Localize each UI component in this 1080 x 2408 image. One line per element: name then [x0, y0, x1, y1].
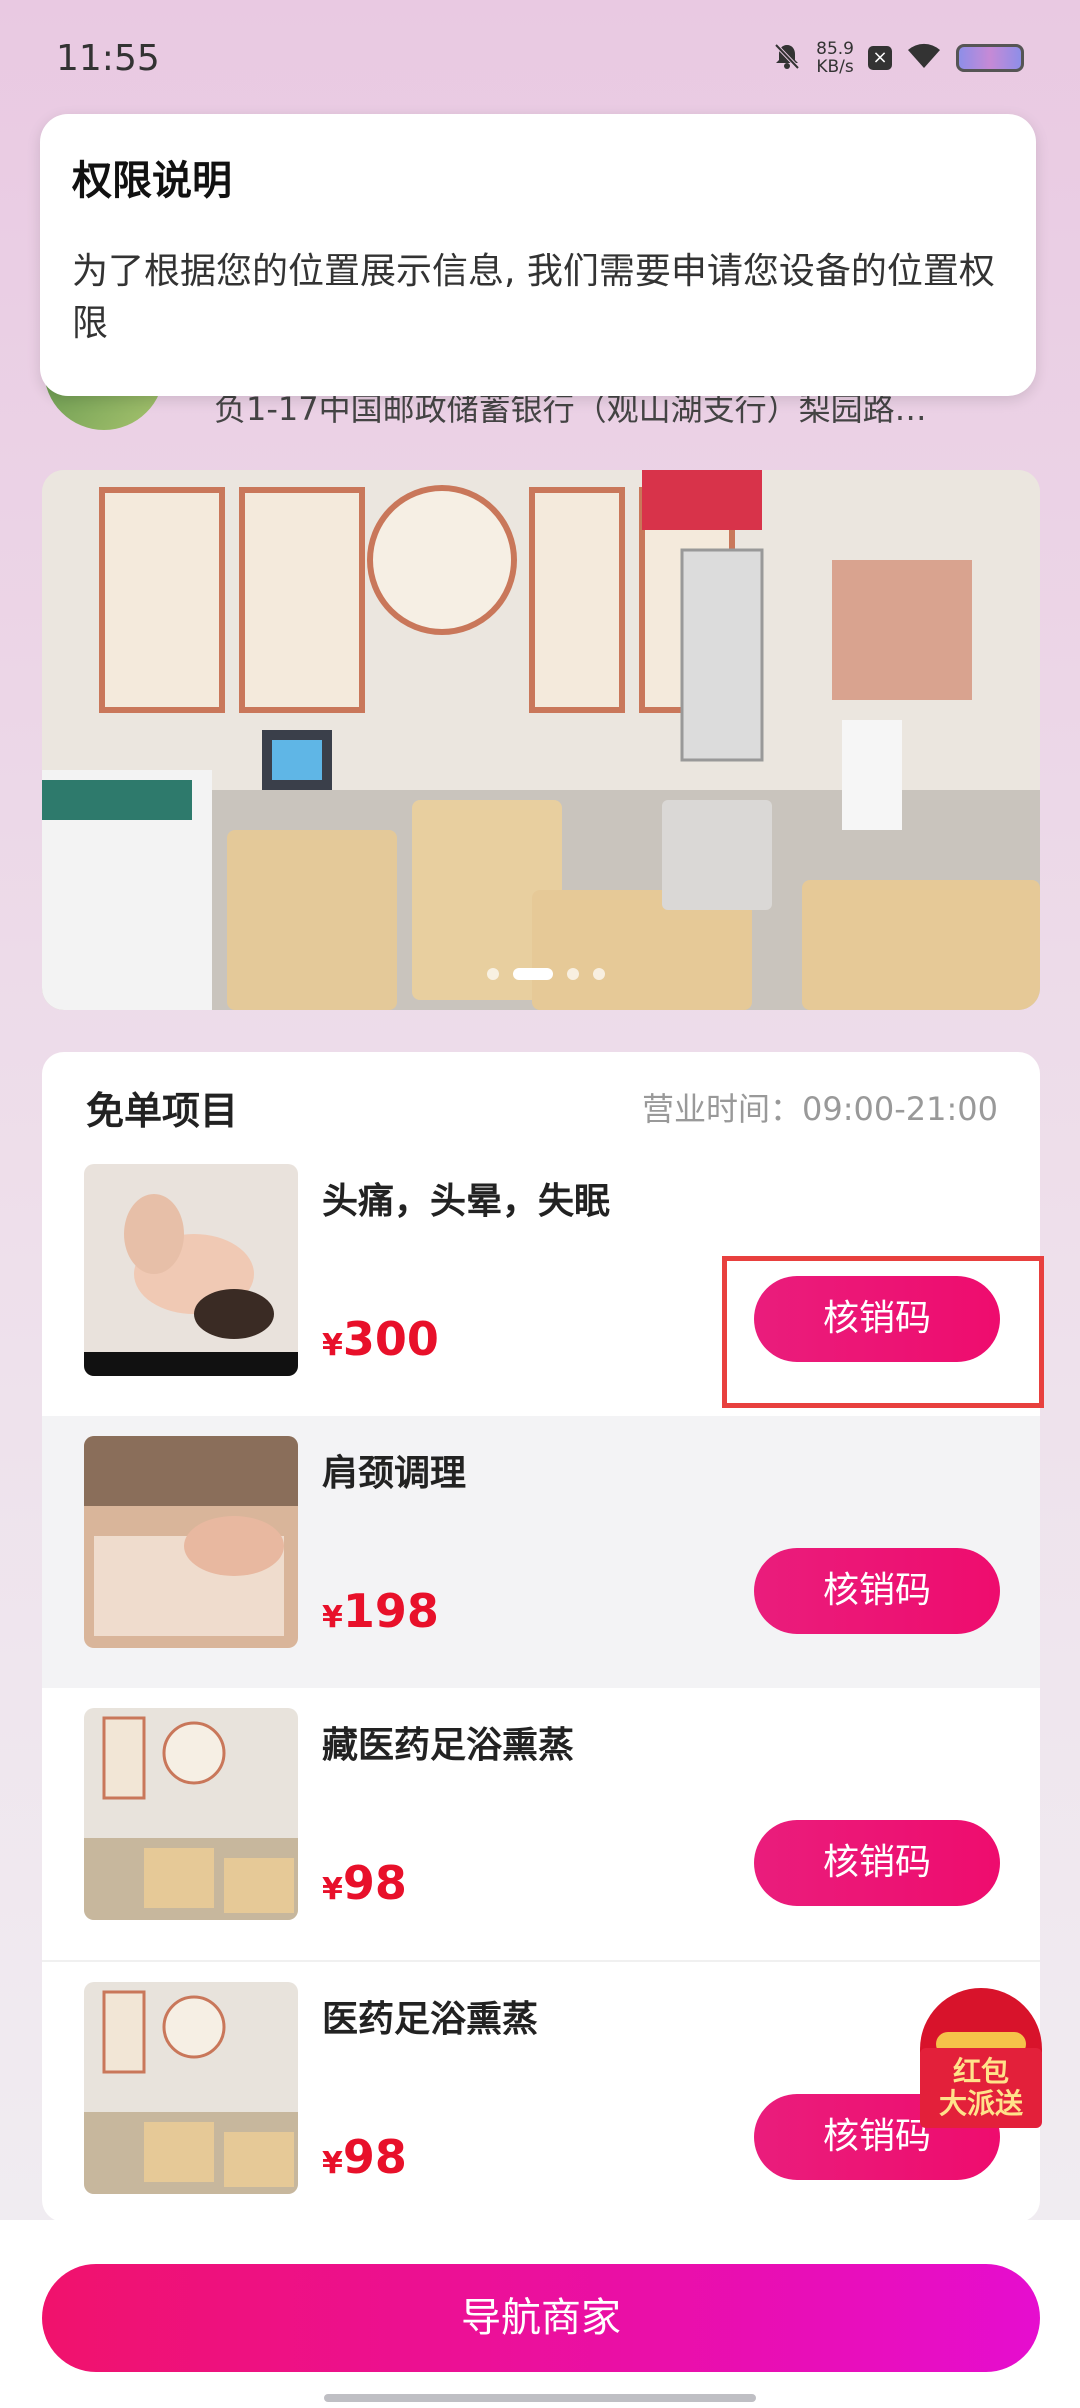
red-packet-line1: 红包 — [952, 2055, 1009, 2088]
red-packet-line2: 大派送 — [938, 2087, 1023, 2120]
permission-dialog: 权限说明 为了根据您的位置展示信息, 我们需要申请您设备的位置权限 — [40, 114, 1036, 396]
list-item[interactable]: 藏医药足浴熏蒸 ¥98 核销码 — [42, 1688, 1040, 1960]
verify-code-button[interactable]: 核销码 — [754, 1820, 1000, 1906]
free-items-title: 免单项目 — [86, 1089, 239, 1133]
currency-symbol: ¥ — [322, 1328, 343, 1363]
highlight-box — [722, 1256, 1044, 1408]
price-value: 300 — [342, 1312, 439, 1366]
item-thumbnail — [84, 1436, 298, 1648]
item-name: 医药足浴熏蒸 — [322, 1999, 539, 2040]
item-price: ¥98 — [322, 2130, 407, 2184]
business-hours: 营业时间：09:00-21:00 — [642, 1090, 998, 1128]
permission-message: 为了根据您的位置展示信息, 我们需要申请您设备的位置权限 — [72, 251, 995, 344]
battery-icon — [956, 44, 1024, 72]
status-time: 11:55 — [56, 38, 160, 79]
price-value: 98 — [342, 2130, 407, 2184]
item-name: 肩颈调理 — [322, 1453, 467, 1494]
navigate-to-store-button[interactable]: 导航商家 — [42, 2264, 1040, 2372]
item-price: ¥98 — [322, 1856, 407, 1910]
banner-dot — [487, 968, 499, 980]
wifi-icon — [906, 42, 942, 74]
mute-bell-icon — [772, 41, 802, 75]
net-speed: 85.9 KB/s — [816, 40, 854, 76]
banner-dot — [567, 968, 579, 980]
verify-code-button[interactable]: 核销码 — [754, 1548, 1000, 1634]
banner-pagination — [487, 968, 605, 980]
permission-title: 权限说明 — [72, 158, 232, 204]
item-price: ¥198 — [322, 1584, 439, 1638]
status-icons: 85.9 KB/s × — [772, 40, 1024, 76]
price-value: 198 — [342, 1584, 439, 1638]
item-name: 藏医药足浴熏蒸 — [322, 1725, 575, 1766]
store-banner[interactable] — [42, 470, 1040, 1010]
currency-symbol: ¥ — [322, 1600, 343, 1635]
red-packet-label: 红包 大派送 — [920, 2048, 1042, 2128]
item-thumbnail — [84, 1982, 298, 2194]
close-box-icon: × — [868, 46, 892, 70]
red-packet-float[interactable]: 红包 大派送 — [920, 1988, 1042, 2128]
net-speed-value: 85.9 — [816, 39, 854, 59]
net-speed-unit: KB/s — [816, 57, 854, 77]
banner-dot — [593, 968, 605, 980]
currency-symbol: ¥ — [322, 1872, 343, 1907]
item-thumbnail — [84, 1708, 298, 1920]
item-name: 头痛，头晕，失眠 — [322, 1181, 611, 1222]
banner-photo — [42, 470, 1040, 1010]
home-indicator[interactable] — [324, 2394, 756, 2402]
bottom-bar: 导航商家 — [0, 2220, 1080, 2408]
item-thumbnail — [84, 1164, 298, 1376]
free-items-header: 免单项目 营业时间：09:00-21:00 — [42, 1052, 1040, 1133]
currency-symbol: ¥ — [322, 2146, 343, 2181]
list-item[interactable]: 医药足浴熏蒸 ¥98 核销码 — [42, 1960, 1040, 2222]
status-bar: 11:55 85.9 KB/s × — [0, 0, 1080, 120]
free-items-card: 免单项目 营业时间：09:00-21:00 头痛，头晕，失眠 ¥300 核销码 … — [42, 1052, 1040, 2222]
price-value: 98 — [342, 1856, 407, 1910]
banner-dot-active — [513, 968, 553, 980]
list-item[interactable]: 肩颈调理 ¥198 核销码 — [42, 1416, 1040, 1688]
item-price: ¥300 — [322, 1312, 439, 1366]
